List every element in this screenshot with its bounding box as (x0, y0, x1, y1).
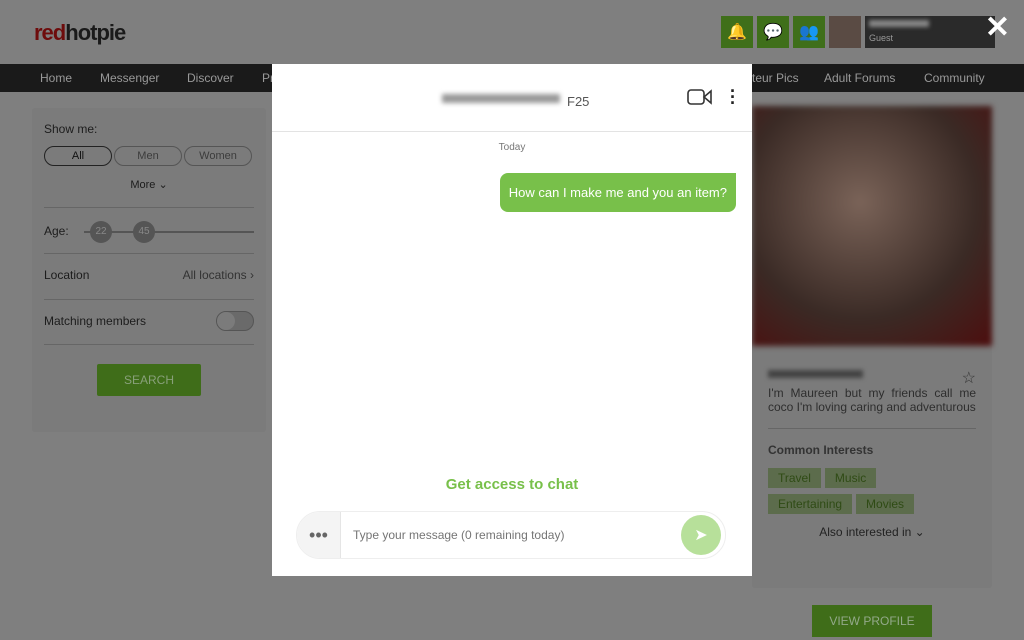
chat-user-age: F25 (567, 94, 590, 109)
age-min-handle[interactable]: 22 (90, 221, 112, 243)
filter-men[interactable]: Men (114, 146, 182, 166)
nav-amateur-pics[interactable]: teur Pics (752, 71, 799, 85)
more-actions-icon[interactable]: ••• (297, 512, 341, 558)
star-icon[interactable]: ☆ (962, 368, 976, 388)
chat-username (442, 94, 560, 103)
interest-tag: Movies (856, 494, 915, 514)
nav-discover[interactable]: Discover (187, 71, 234, 85)
common-interests-heading: Common Interests (768, 428, 976, 457)
date-separator: Today (498, 142, 526, 153)
nav-community[interactable]: Community (924, 71, 985, 85)
filter-panel: Show me: All Men Women More ⌄ Age: 22 45… (32, 108, 266, 432)
send-icon[interactable]: ➤ (681, 515, 721, 555)
nav-home[interactable]: Home (40, 71, 72, 85)
video-call-icon[interactable] (687, 88, 713, 106)
view-profile-button[interactable]: VIEW PROFILE (812, 605, 932, 637)
filter-women[interactable]: Women (184, 146, 252, 166)
matching-toggle[interactable] (216, 311, 254, 331)
search-button[interactable]: SEARCH (97, 364, 201, 396)
matching-label: Matching members (44, 314, 147, 328)
show-me-label: Show me: (44, 122, 98, 136)
location-label: Location (44, 268, 90, 282)
age-label: Age: (44, 224, 69, 238)
also-interested-toggle[interactable]: Also interested in ⌄ (752, 525, 992, 539)
location-select[interactable]: All locations › (183, 268, 254, 282)
nav-messenger[interactable]: Messenger (100, 71, 159, 85)
message-composer: ••• ➤ (296, 511, 726, 559)
message-bubble: How can I make me and you an item? (499, 173, 736, 212)
profile-photo[interactable] (752, 106, 992, 346)
filter-all[interactable]: All (44, 146, 112, 166)
bell-icon[interactable]: 🔔 (721, 16, 753, 48)
interest-tag: Travel (768, 468, 821, 488)
chat-icon[interactable]: 💬 (757, 16, 789, 48)
group-icon[interactable]: 👥 (793, 16, 825, 48)
nav-adult-forums[interactable]: Adult Forums (824, 71, 895, 85)
more-options-icon[interactable]: · · · (730, 82, 736, 112)
message-input[interactable] (353, 528, 681, 542)
logo[interactable]: redhotpie (34, 20, 126, 46)
interest-tag: Entertaining (768, 494, 853, 514)
age-max-handle[interactable]: 45 (133, 221, 155, 243)
profile-card: ☆ I'm Maureen but my friends call me coc… (752, 106, 992, 588)
avatar[interactable] (829, 16, 861, 48)
more-button[interactable]: More ⌄ (44, 178, 254, 191)
profile-bio: I'm Maureen but my friends call me coco … (768, 386, 976, 414)
get-access-link[interactable]: Get access to chat (272, 476, 752, 493)
chat-modal: F25 · · · Today How can I make me and you … (272, 64, 752, 576)
interest-tag: Music (824, 468, 877, 488)
user-menu[interactable]: Guest (865, 16, 995, 48)
close-icon[interactable]: ✕ (985, 10, 1010, 45)
